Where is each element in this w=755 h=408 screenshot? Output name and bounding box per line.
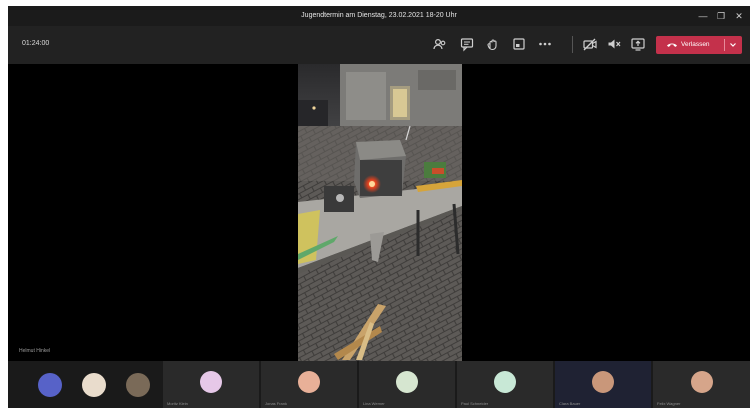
participant-tile[interactable]: Jonas Frank [261,361,357,408]
teams-meeting-window: Jugendtermin am Dienstag, 23.02.2021 18-… [8,6,750,408]
participant-tile[interactable]: Moritz Klein [163,361,259,408]
participant-name: Clara Bauer [559,401,581,406]
leave-label: Verlassen [681,41,710,48]
participant-name: Felix Wagner [657,401,681,406]
toolbar-divider [572,36,573,53]
shared-video-feed [298,64,462,361]
participant-gallery: Moritz Klein Jonas Frank Lina Werner Pau… [8,361,750,408]
meeting-toolbar: 01:24:00 Verlassen [8,26,750,64]
participant-name: Jonas Frank [265,401,288,406]
avatar [396,371,418,393]
more-actions-icon[interactable] [537,36,553,52]
chat-icon[interactable] [459,36,475,52]
close-icon[interactable]: ✕ [732,9,746,23]
avatar [494,371,516,393]
participant-tile[interactable]: Clara Bauer [555,361,651,408]
avatar[interactable] [82,373,106,397]
participant-name: Lina Werner [363,401,385,406]
call-timer: 01:24:00 [22,40,50,47]
breakout-rooms-icon[interactable] [511,36,527,52]
meeting-title: Jugendtermin am Dienstag, 23.02.2021 18-… [301,12,457,19]
avatar [298,371,320,393]
avatar[interactable] [38,373,62,397]
speaker-name-label: Helmut Hinkel [19,348,51,354]
share-screen-icon[interactable] [630,36,646,52]
participant-tile[interactable]: Paul Schneider [457,361,553,408]
avatar [690,371,713,393]
minimize-icon[interactable]: — [696,9,710,23]
camera-off-icon[interactable] [582,36,598,52]
maximize-icon[interactable]: ❐ [714,9,728,23]
participants-icon[interactable] [432,36,448,52]
participant-tile[interactable]: Felix Wagner [653,361,750,408]
avatar [592,371,614,393]
avatar[interactable] [126,373,150,397]
leave-button[interactable]: Verlassen [656,36,742,54]
avatar [200,371,222,393]
video-stage: Helmut Hinkel [8,64,750,361]
participant-tile[interactable]: Lina Werner [359,361,455,408]
participant-name: Paul Schneider [461,401,489,406]
raise-hand-icon[interactable] [485,36,501,52]
chevron-down-icon[interactable] [728,39,738,51]
hang-up-icon [667,43,677,47]
leave-divider [724,39,725,51]
mute-icon[interactable] [606,36,622,52]
title-bar: Jugendtermin am Dienstag, 23.02.2021 18-… [8,6,750,26]
participant-name: Moritz Klein [167,401,188,406]
